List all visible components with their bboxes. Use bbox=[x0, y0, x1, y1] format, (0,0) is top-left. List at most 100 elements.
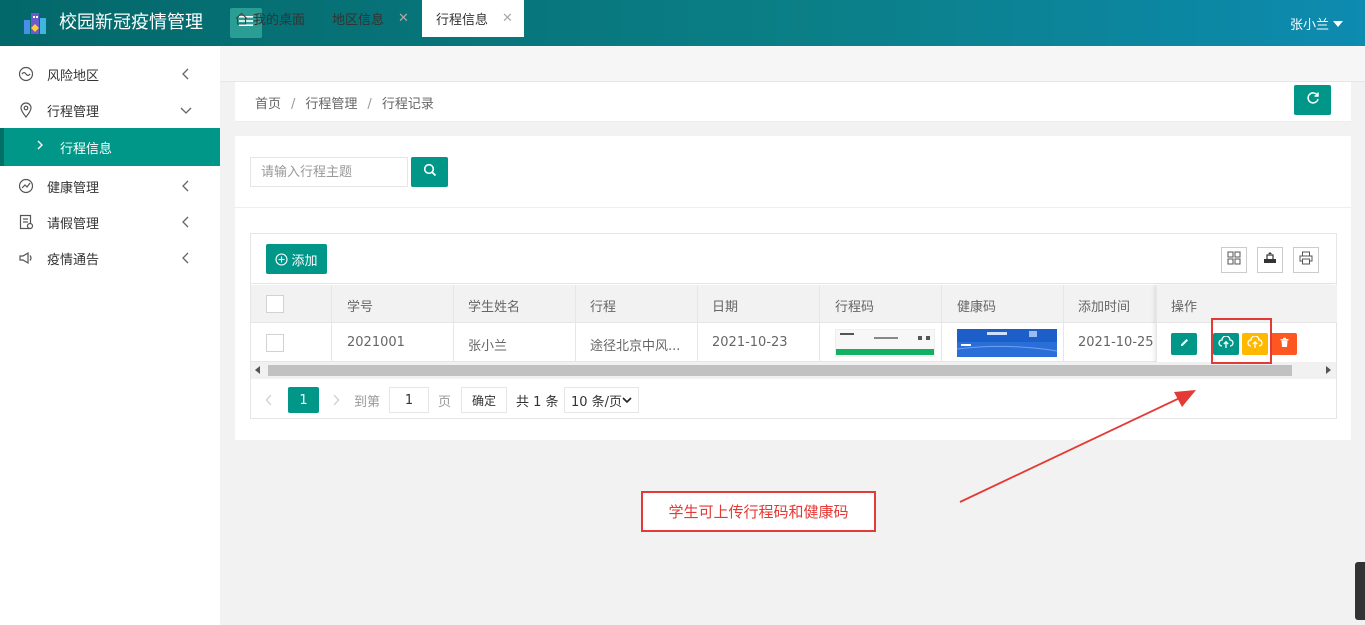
leave-form-icon bbox=[18, 214, 34, 230]
trip-code-thumbnail[interactable] bbox=[835, 329, 935, 357]
floating-widget[interactable] bbox=[1355, 562, 1365, 620]
column-divider bbox=[453, 285, 454, 362]
tab-label: 我的桌面 bbox=[253, 12, 306, 28]
breadcrumb-bar: 首页 / 行程管理 / 行程记录 bbox=[235, 82, 1351, 122]
column-divider bbox=[697, 285, 698, 362]
col-header-added-time: 添加时间 bbox=[1078, 300, 1131, 315]
app-title: 校园新冠疫情管理 bbox=[59, 12, 203, 33]
column-filter-button[interactable] bbox=[1221, 247, 1247, 273]
grid-icon bbox=[1227, 251, 1241, 269]
sidebar-item-health-management[interactable]: 健康管理 bbox=[0, 168, 220, 204]
select-all-checkbox[interactable] bbox=[266, 295, 284, 313]
chevron-right-icon bbox=[35, 139, 45, 155]
export-button[interactable] bbox=[1257, 247, 1283, 273]
col-header-operations: 操作 bbox=[1171, 300, 1198, 315]
goto-label: 到第 bbox=[354, 394, 381, 410]
next-page-icon[interactable] bbox=[332, 387, 340, 413]
tab-my-desktop[interactable]: 我的桌面 bbox=[222, 0, 322, 36]
col-header-date: 日期 bbox=[712, 300, 739, 315]
col-header-health-code: 健康码 bbox=[957, 300, 997, 315]
edit-button[interactable] bbox=[1171, 333, 1197, 355]
sidebar-item-label: 风险地区 bbox=[47, 68, 100, 84]
col-header-name: 学生姓名 bbox=[468, 300, 521, 315]
chevron-left-icon bbox=[180, 180, 192, 192]
tab-label: 地区信息 bbox=[332, 12, 385, 28]
chevron-down-icon bbox=[622, 396, 632, 404]
search-input[interactable] bbox=[250, 157, 408, 187]
scroll-right-arrow-icon[interactable] bbox=[1326, 366, 1331, 374]
top-bar bbox=[0, 0, 1365, 46]
column-divider bbox=[941, 285, 942, 362]
col-header-student-id: 学号 bbox=[347, 300, 374, 315]
sidebar-item-trip-management[interactable]: 行程管理 bbox=[0, 92, 220, 128]
sidebar-item-label: 行程信息 bbox=[60, 141, 113, 157]
column-divider bbox=[575, 285, 576, 362]
tab-trip-info[interactable]: 行程信息 ✕ bbox=[422, 0, 524, 37]
sidebar-item-trip-info[interactable]: 行程信息 bbox=[0, 128, 220, 166]
breadcrumb-trip-record: 行程记录 bbox=[381, 97, 434, 112]
sidebar-item-announcement[interactable]: 疫情通告 bbox=[0, 240, 220, 276]
divider bbox=[235, 207, 1351, 208]
risk-area-icon bbox=[18, 66, 34, 82]
current-page-button[interactable]: 1 bbox=[288, 387, 319, 413]
page-size-select[interactable]: 10 条/页 bbox=[564, 387, 639, 413]
delete-button[interactable] bbox=[1271, 333, 1297, 355]
confirm-goto-button[interactable]: 确定 bbox=[461, 387, 507, 413]
add-button[interactable]: 添加 bbox=[266, 244, 327, 274]
chevron-left-icon bbox=[180, 216, 192, 228]
cell-added-time: 2021-10-25 17 bbox=[1078, 335, 1156, 350]
column-divider bbox=[331, 285, 332, 362]
close-icon[interactable]: ✕ bbox=[502, 11, 513, 26]
total-count: 共 1 条 bbox=[516, 394, 559, 410]
sidebar-item-risk-area[interactable]: 风险地区 bbox=[0, 56, 220, 92]
print-button[interactable] bbox=[1293, 247, 1319, 273]
page-size-value: 10 条/页 bbox=[571, 394, 623, 410]
chevron-left-icon bbox=[180, 68, 192, 80]
column-divider bbox=[819, 285, 820, 362]
sidebar-item-label: 行程管理 bbox=[47, 104, 100, 120]
plus-circle-icon bbox=[275, 252, 289, 266]
cell-name: 张小兰 bbox=[468, 339, 508, 354]
user-menu[interactable]: 张小兰 bbox=[1290, 14, 1343, 33]
prev-page-icon[interactable] bbox=[265, 387, 273, 413]
pencil-icon bbox=[1179, 337, 1190, 352]
add-label: 添加 bbox=[291, 253, 318, 269]
sidebar-item-leave-management[interactable]: 请假管理 bbox=[0, 204, 220, 240]
home-icon bbox=[235, 12, 248, 25]
tab-label: 行程信息 bbox=[436, 13, 489, 28]
health-code-thumbnail[interactable] bbox=[957, 329, 1057, 357]
breadcrumb-home[interactable]: 首页 bbox=[255, 97, 281, 112]
cell-date: 2021-10-23 bbox=[712, 335, 788, 350]
cell-student-id: 2021001 bbox=[347, 335, 405, 350]
refresh-button[interactable] bbox=[1294, 85, 1331, 115]
scroll-left-arrow-icon[interactable] bbox=[255, 366, 260, 374]
campus-building-icon bbox=[22, 10, 48, 36]
sidebar-item-label: 请假管理 bbox=[47, 216, 100, 232]
sidebar-item-label: 疫情通告 bbox=[47, 252, 100, 268]
location-pin-icon bbox=[18, 102, 34, 118]
close-icon[interactable]: ✕ bbox=[398, 11, 409, 26]
cell-trip: 途径北京中风... bbox=[590, 339, 681, 354]
chevron-left-icon bbox=[180, 252, 192, 264]
user-name: 张小兰 bbox=[1289, 18, 1329, 33]
caret-down-icon bbox=[1333, 21, 1343, 27]
export-icon bbox=[1263, 251, 1277, 269]
goto-page-input[interactable] bbox=[389, 387, 429, 413]
refresh-icon bbox=[1306, 91, 1320, 109]
row-checkbox[interactable] bbox=[266, 334, 284, 352]
upload-highlight-box bbox=[1211, 318, 1272, 364]
search-button[interactable] bbox=[411, 157, 448, 187]
tab-region-info[interactable]: 地区信息 ✕ bbox=[322, 0, 422, 36]
column-divider bbox=[1063, 285, 1064, 362]
annotation-note: 学生可上传行程码和健康码 bbox=[641, 491, 876, 532]
breadcrumb-trip-management[interactable]: 行程管理 bbox=[305, 97, 357, 112]
print-icon bbox=[1299, 251, 1313, 269]
page-unit-label: 页 bbox=[438, 394, 452, 410]
scrollbar-thumb[interactable] bbox=[268, 365, 1292, 376]
annotation-arrow bbox=[959, 390, 1196, 503]
tab-bar bbox=[220, 46, 1365, 82]
active-indicator bbox=[0, 128, 4, 166]
health-chart-icon bbox=[18, 178, 34, 194]
breadcrumb: 首页 / 行程管理 / 行程记录 bbox=[255, 97, 434, 112]
col-header-trip-code: 行程码 bbox=[835, 300, 875, 315]
